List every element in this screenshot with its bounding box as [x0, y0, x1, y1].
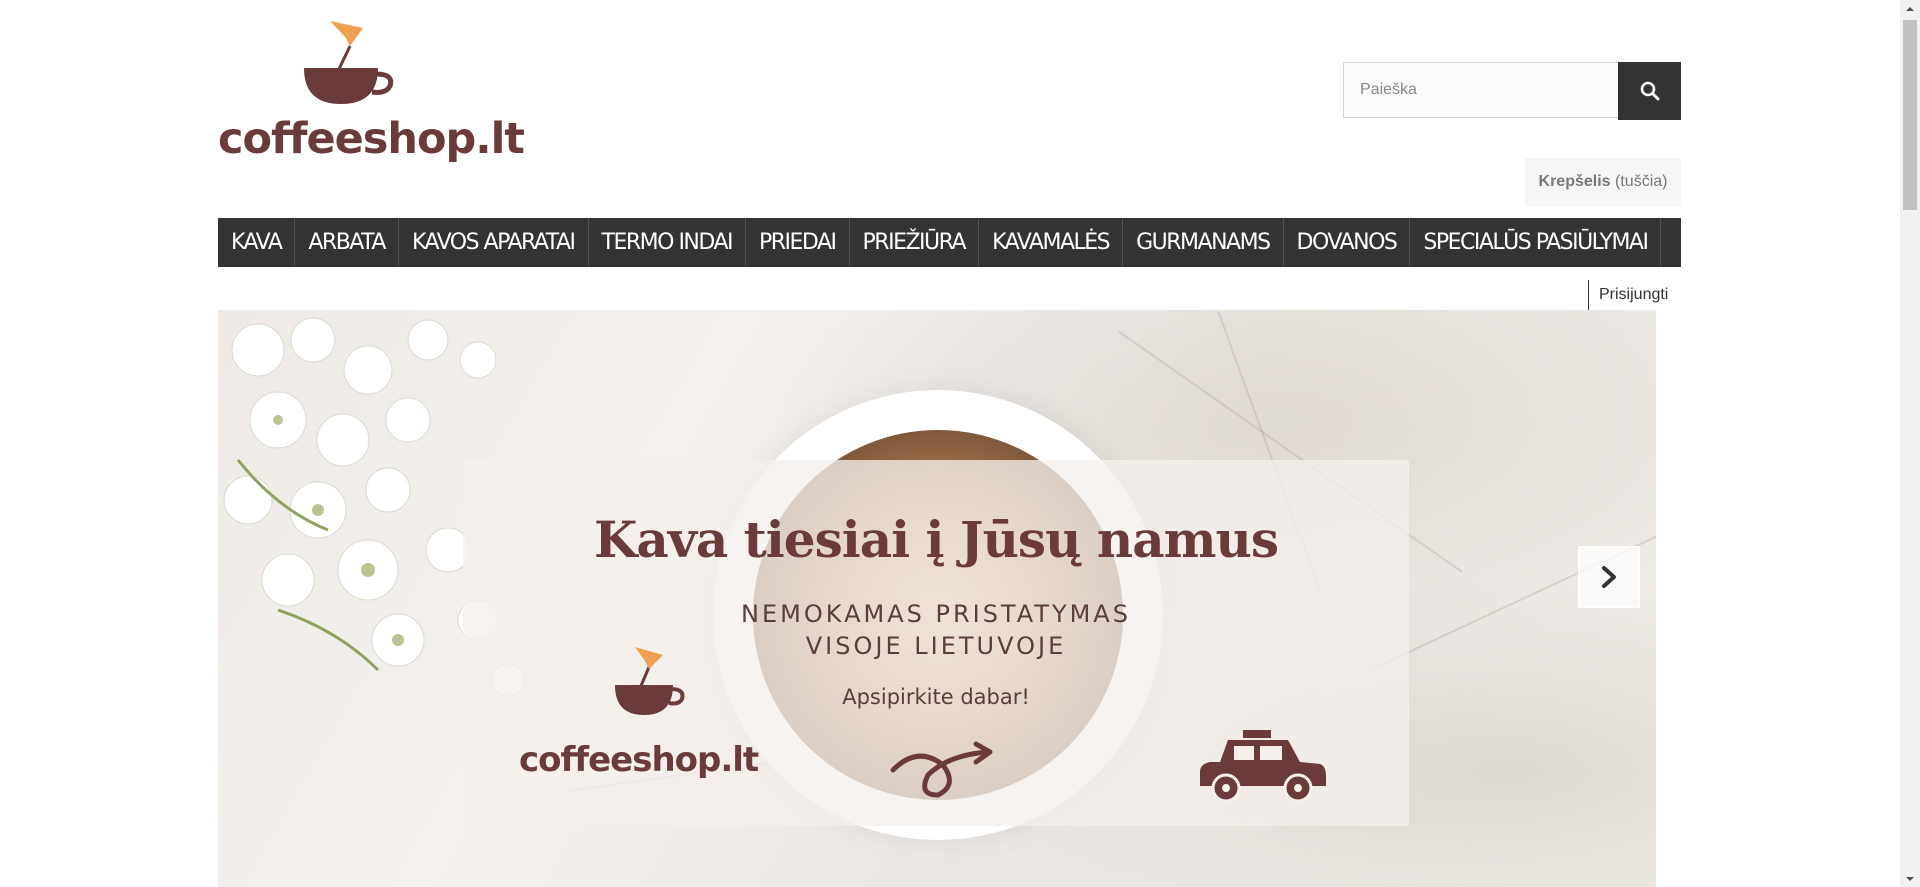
- banner-logo-cup-icon: [615, 647, 685, 715]
- search-icon: [1640, 81, 1660, 101]
- nav-item-arbata[interactable]: ARBATA: [295, 218, 399, 267]
- nav-item-kavos-aparatai[interactable]: KAVOS APARATAI: [399, 218, 589, 267]
- scroll-thumb[interactable]: [1903, 20, 1917, 210]
- site-logo[interactable]: coffeeshop.lt: [218, 18, 525, 164]
- logo-text: coffeeshop.lt: [218, 114, 525, 164]
- nav-item-prieziura[interactable]: PRIEŽIŪRA: [850, 218, 980, 267]
- nav-item-dovanos[interactable]: DOVANOS: [1284, 218, 1411, 267]
- nav-item-priedai[interactable]: PRIEDAI: [746, 218, 850, 267]
- nav-item-kavamales[interactable]: KAVAMALĖS: [979, 218, 1124, 267]
- cart-status: (tuščia): [1615, 173, 1668, 190]
- nav-item-specialus-pasiulymai[interactable]: SPECIALŪS PASIŪLYMAI: [1410, 218, 1662, 267]
- nav-item-gurmanams[interactable]: GURMANAMS: [1123, 218, 1284, 267]
- search-button[interactable]: [1618, 62, 1681, 120]
- chevron-right-icon: [1602, 566, 1616, 588]
- scroll-up-arrow[interactable]: [1900, 0, 1920, 17]
- banner-logo-text: coffeeshop.lt: [519, 740, 759, 780]
- arrow-icon: [890, 741, 993, 798]
- slider-next-button[interactable]: [1578, 546, 1640, 608]
- cart-button[interactable]: Krepšelis (tuščia): [1525, 158, 1681, 206]
- banner-headline: Kava tiesiai į Jūsų namus: [593, 510, 1279, 569]
- page: coffeeshop.lt Krepšelis (tuščia) KAVA AR…: [0, 0, 1920, 887]
- nav-item-termo-indai[interactable]: TERMO INDAI: [589, 218, 746, 267]
- page-scrollbar[interactable]: [1900, 0, 1920, 887]
- scroll-down-arrow[interactable]: [1900, 870, 1920, 887]
- cart-label: Krepšelis: [1538, 173, 1611, 190]
- nav-item-kava[interactable]: KAVA: [218, 218, 296, 267]
- main-navigation: KAVA ARBATA KAVOS APARATAI TERMO INDAI P…: [218, 218, 1681, 267]
- search-form: [1343, 62, 1681, 120]
- banner-subline-1: NEMOKAMAS PRISTATYMAS: [741, 600, 1131, 628]
- search-input[interactable]: [1343, 62, 1619, 118]
- coffee-cup-flag-icon: [304, 21, 394, 104]
- login-link[interactable]: Prisijungti: [1588, 280, 1668, 310]
- hero-slider: Kava tiesiai į Jūsų namus NEMOKAMAS PRIS…: [218, 310, 1656, 887]
- car-icon: [1200, 730, 1326, 803]
- chevron-up-icon: [1906, 6, 1914, 11]
- banner-panel: Kava tiesiai į Jūsų namus NEMOKAMAS PRIS…: [463, 460, 1409, 826]
- chevron-down-icon: [1906, 876, 1914, 881]
